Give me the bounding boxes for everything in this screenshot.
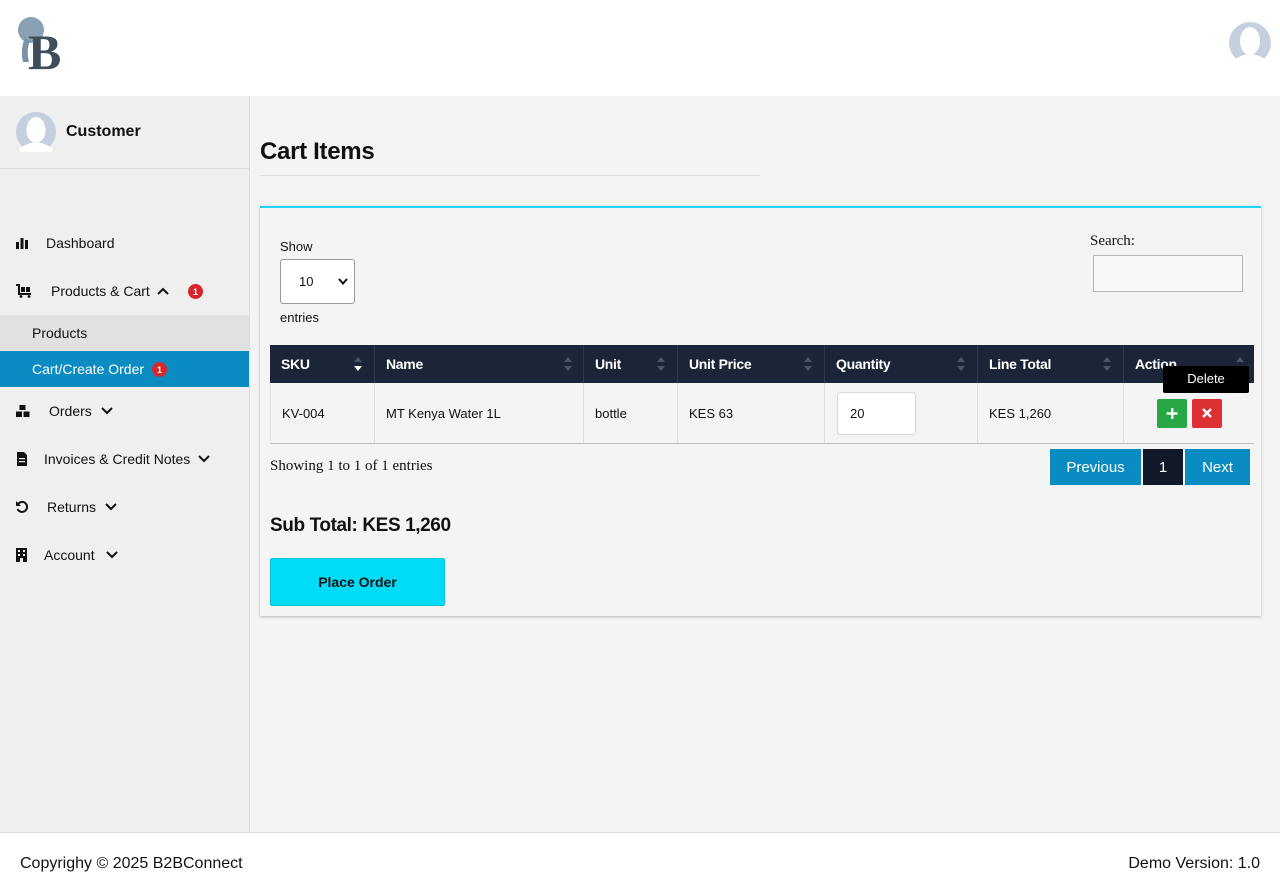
close-icon <box>1202 408 1212 418</box>
table-header: SKU Name Unit Unit Price Quantity Line T… <box>270 345 1254 383</box>
sidebar: Customer Dashboard Products & Cart 1 Pro… <box>0 96 250 832</box>
sidebar-item-products[interactable]: Products <box>0 315 249 351</box>
column-label: Unit <box>595 356 622 372</box>
next-page-button[interactable]: Next <box>1185 449 1250 485</box>
chevron-down-icon <box>101 407 113 415</box>
document-icon <box>17 452 27 466</box>
sidebar-item-label: Returns <box>47 499 97 515</box>
column-label: Quantity <box>836 356 891 372</box>
column-header-sku[interactable]: SKU <box>270 345 375 383</box>
page-size-select[interactable]: 10 <box>280 259 355 304</box>
cart-count-badge: 1 <box>152 362 167 377</box>
quantity-input[interactable] <box>837 392 916 435</box>
avatar-icon <box>16 112 56 152</box>
b2b-logo[interactable]: B <box>14 16 70 72</box>
sort-icon <box>354 357 362 371</box>
cart-icon <box>16 284 31 298</box>
chevron-down-icon <box>198 455 210 463</box>
column-label: Name <box>386 356 423 372</box>
sidebar-user: Customer <box>0 96 249 169</box>
page-1-button[interactable]: 1 <box>1143 449 1183 485</box>
column-header-unit[interactable]: Unit <box>584 345 678 383</box>
cell-line-total: KES 1,260 <box>978 383 1124 443</box>
column-header-line-total[interactable]: Line Total <box>978 345 1124 383</box>
sidebar-item-cart-create-order[interactable]: Cart/Create Order 1 <box>0 351 249 387</box>
sidebar-item-account[interactable]: Account <box>0 537 249 573</box>
cell-unit-price: KES 63 <box>678 383 825 443</box>
undo-icon <box>16 500 29 513</box>
sidebar-item-dashboard[interactable]: Dashboard <box>0 225 249 261</box>
show-label: Show <box>280 239 313 254</box>
cell-text: KES 63 <box>689 406 734 421</box>
sidebar-item-products-cart[interactable]: Products & Cart 1 <box>0 273 249 309</box>
building-icon <box>16 548 27 562</box>
user-name: Customer <box>66 123 141 140</box>
sort-icon <box>564 357 572 371</box>
sidebar-item-label: Account <box>44 547 95 563</box>
cell-text: KV-004 <box>282 406 325 421</box>
cart-count-badge: 1 <box>188 284 203 299</box>
cell-text: bottle <box>595 406 627 421</box>
sidebar-item-label: Orders <box>49 403 92 419</box>
page-size-value: 10 <box>299 274 314 289</box>
delete-tooltip: Delete <box>1163 366 1249 393</box>
page-title: Cart Items <box>260 138 375 165</box>
version-text: Demo Version: 1.0 <box>1128 855 1260 872</box>
footer: Copyrighy © 2025 B2BConnect Demo Version… <box>0 832 1280 883</box>
place-order-button[interactable]: Place Order <box>270 558 445 606</box>
cell-unit: bottle <box>584 383 678 443</box>
cell-text: KES 1,260 <box>989 406 1052 421</box>
logo-letter: B <box>28 24 61 72</box>
column-header-quantity[interactable]: Quantity <box>825 345 978 383</box>
entries-label: entries <box>280 310 320 325</box>
copyright-text: Copyrighy © 2025 B2BConnect <box>20 855 243 872</box>
sort-icon <box>957 357 965 371</box>
cell-text: MT Kenya Water 1L <box>386 406 501 421</box>
chevron-up-icon <box>157 287 169 295</box>
subtotal: Sub Total: KES 1,260 <box>270 515 451 536</box>
cell-name: MT Kenya Water 1L <box>375 383 584 443</box>
sidebar-item-orders[interactable]: Orders <box>0 393 249 429</box>
table-info: Showing 1 to 1 of 1 entries <box>270 458 433 474</box>
sort-icon <box>804 357 812 371</box>
column-header-name[interactable]: Name <box>375 345 584 383</box>
boxes-icon <box>16 405 30 417</box>
column-label: Unit Price <box>689 356 752 372</box>
column-label: Line Total <box>989 356 1052 372</box>
bar-chart-icon <box>16 238 28 249</box>
table-row: KV-004 MT Kenya Water 1L bottle KES 63 K… <box>270 383 1254 444</box>
chevron-down-icon <box>106 551 118 559</box>
user-avatar-icon[interactable] <box>1229 22 1271 64</box>
sidebar-item-label: Dashboard <box>46 235 115 251</box>
previous-page-button[interactable]: Previous <box>1050 449 1141 485</box>
sidebar-item-returns[interactable]: Returns <box>0 489 249 525</box>
chevron-down-icon <box>338 278 348 285</box>
top-header: B <box>0 0 1280 96</box>
sidebar-item-label: Cart/Create Order <box>32 361 145 377</box>
cell-sku: KV-004 <box>271 383 375 443</box>
sidebar-item-label: Invoices & Credit Notes <box>44 451 191 467</box>
sidebar-item-label: Products <box>32 325 88 341</box>
sidebar-item-label: Products & Cart <box>51 283 150 299</box>
title-divider <box>260 175 760 176</box>
search-label: Search: <box>1090 233 1135 249</box>
sidebar-item-invoices[interactable]: Invoices & Credit Notes <box>0 441 249 477</box>
column-label: SKU <box>281 356 310 372</box>
column-header-unit-price[interactable]: Unit Price <box>678 345 825 383</box>
delete-item-button[interactable] <box>1192 399 1222 428</box>
chevron-down-icon <box>105 503 117 511</box>
add-quantity-button[interactable] <box>1157 399 1187 428</box>
sort-icon <box>1103 357 1111 371</box>
search-input[interactable] <box>1093 255 1243 292</box>
plus-icon <box>1166 408 1178 419</box>
sort-icon <box>657 357 665 371</box>
